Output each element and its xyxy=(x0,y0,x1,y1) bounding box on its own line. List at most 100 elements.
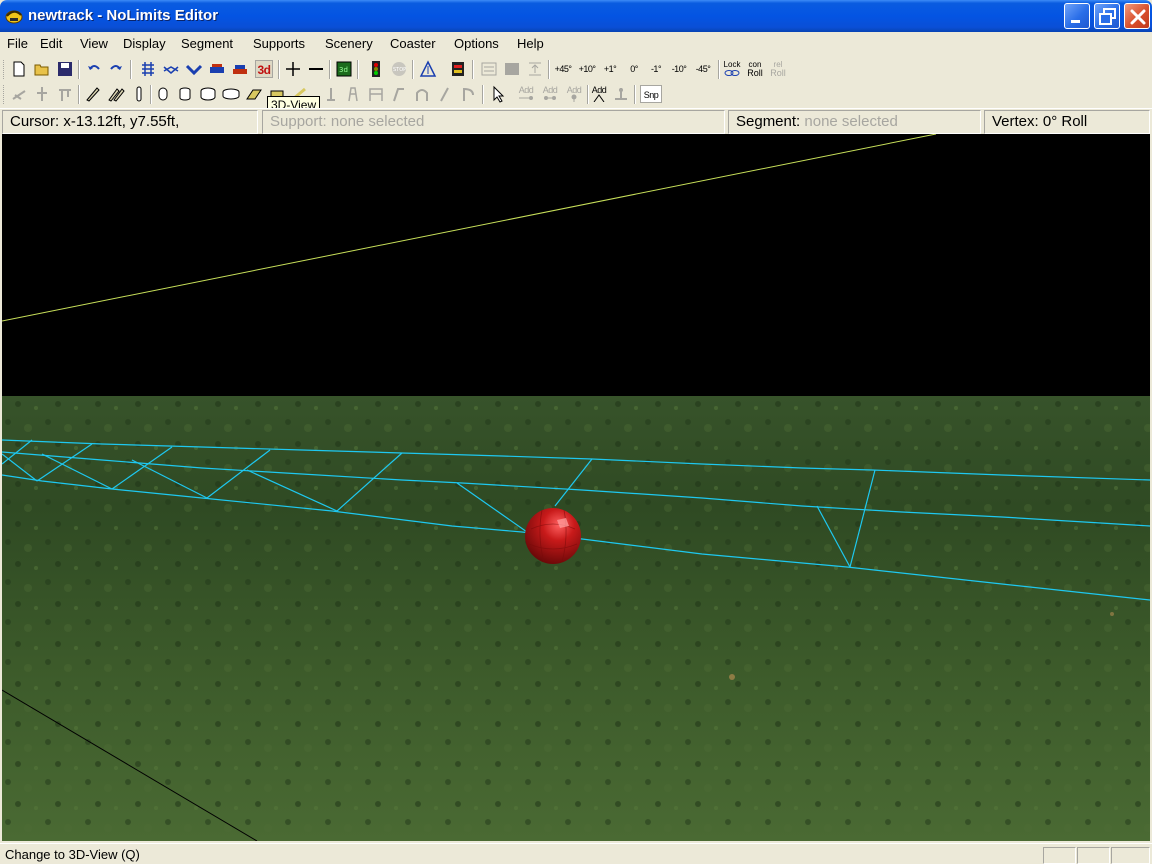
window-title: newtrack - NoLimits Editor xyxy=(28,7,219,24)
traffic-light-icon[interactable] xyxy=(367,60,385,78)
double-pencil-icon[interactable] xyxy=(107,85,125,103)
support-frame-icon[interactable] xyxy=(367,85,385,103)
roll-plus45-button[interactable]: +45° xyxy=(554,60,572,78)
lock-roll-button[interactable]: Lock xyxy=(722,60,742,78)
solid-box-icon[interactable] xyxy=(503,60,521,78)
redo-icon[interactable] xyxy=(107,60,125,78)
menu-edit[interactable]: Edit xyxy=(40,36,62,51)
support-slant-icon[interactable] xyxy=(436,85,454,103)
support-panel: Support: none selected xyxy=(262,110,725,134)
open-folder-icon[interactable] xyxy=(33,60,51,78)
support-tower-icon[interactable] xyxy=(344,85,362,103)
select-pointer-icon[interactable] xyxy=(490,85,508,103)
title-bar[interactable]: newtrack - NoLimits Editor xyxy=(0,0,1152,32)
tube-medium-icon[interactable] xyxy=(176,85,194,103)
roll-minus45-button[interactable]: -45° xyxy=(694,60,712,78)
roll-zero-button[interactable]: 0° xyxy=(625,60,643,78)
add-support-2-button[interactable]: Add xyxy=(541,85,559,103)
roll-minus10-button[interactable]: -10° xyxy=(670,60,688,78)
cursor-panel: Cursor: x-13.12ft, y7.55ft, xyxy=(2,110,258,134)
3d-viewport[interactable] xyxy=(2,134,1150,841)
pencil-icon[interactable] xyxy=(84,85,102,103)
add-support-3-button[interactable]: Add xyxy=(565,85,583,103)
roll-plus10-button[interactable]: +10° xyxy=(578,60,596,78)
status-message: Change to 3D-View (Q) xyxy=(5,847,140,862)
menu-display[interactable]: Display xyxy=(123,36,166,51)
status-pane-1 xyxy=(1043,847,1076,864)
minimize-button[interactable] xyxy=(1064,3,1090,29)
footer-plate-icon[interactable] xyxy=(245,85,263,103)
tube-large-icon[interactable] xyxy=(199,85,217,103)
snap-button[interactable]: Snp xyxy=(640,85,662,103)
undo-icon[interactable] xyxy=(85,60,103,78)
con-roll-button[interactable]: con Roll xyxy=(745,60,765,78)
add-label: Add xyxy=(566,85,582,95)
menu-coaster[interactable]: Coaster xyxy=(390,36,436,51)
3d-view-button[interactable]: 3d xyxy=(255,60,273,78)
rel-roll-button[interactable]: rel Roll xyxy=(768,60,788,78)
support-arch-icon[interactable] xyxy=(413,85,431,103)
new-file-icon[interactable] xyxy=(10,60,28,78)
track-grid-icon[interactable] xyxy=(139,60,157,78)
add-label: Add xyxy=(518,85,534,95)
add-label: Add xyxy=(591,85,607,95)
toolbar-grip[interactable] xyxy=(3,60,6,79)
support-tool-1-icon[interactable] xyxy=(10,85,28,103)
3d-scene xyxy=(2,134,1150,841)
support-bent-icon[interactable] xyxy=(390,85,408,103)
support-tool-2-icon[interactable] xyxy=(33,85,51,103)
con-roll-bottom-label: Roll xyxy=(747,68,763,78)
lock-roll-label: Lock xyxy=(723,60,741,69)
close-button[interactable] xyxy=(1124,3,1150,29)
minimize-icon xyxy=(1071,20,1080,23)
info-bar: Cursor: x-13.12ft, y7.55ft, Support: non… xyxy=(0,108,1152,134)
segment-value: none selected xyxy=(804,113,898,130)
support-column-icon[interactable] xyxy=(322,85,340,103)
vertex-sphere[interactable] xyxy=(525,508,581,564)
tunnel-icon[interactable] xyxy=(419,60,437,78)
app-logo-icon xyxy=(5,10,23,24)
terrain-editor-icon[interactable]: 3d xyxy=(335,60,353,78)
menu-segment[interactable]: Segment xyxy=(181,36,233,51)
track-wire-icon[interactable] xyxy=(162,60,180,78)
ground-support-icon[interactable] xyxy=(612,85,630,103)
menu-options[interactable]: Options xyxy=(454,36,499,51)
properties-icon[interactable] xyxy=(480,60,498,78)
segment-panel: Segment: none selected xyxy=(728,110,981,134)
tube-thin-icon[interactable] xyxy=(130,85,148,103)
svg-text:3d: 3d xyxy=(339,66,348,74)
main-toolbar: 3d 3d STOP +45° +10° +1° 0° -1° -10° -45… xyxy=(0,57,1152,82)
tube-xlarge-icon[interactable] xyxy=(222,85,240,103)
tube-small-icon[interactable] xyxy=(154,85,172,103)
block-brake-icon[interactable] xyxy=(449,60,467,78)
support-hook-icon[interactable] xyxy=(459,85,477,103)
separator xyxy=(718,60,720,79)
toolbar-grip[interactable] xyxy=(3,85,6,104)
track-solid-icon[interactable] xyxy=(185,60,203,78)
menu-view[interactable]: View xyxy=(80,36,108,51)
remove-vertex-icon[interactable] xyxy=(307,60,325,78)
menu-file[interactable]: File xyxy=(7,36,28,51)
support-tool-3-icon[interactable] xyxy=(56,85,74,103)
train-icon[interactable] xyxy=(208,60,226,78)
station-icon[interactable] xyxy=(231,60,249,78)
status-bar: Change to 3D-View (Q) xyxy=(0,843,1152,864)
ground-texture xyxy=(2,396,1150,841)
add-support-4-button[interactable]: Add xyxy=(590,85,608,103)
stop-icon[interactable]: STOP xyxy=(390,60,408,78)
vertex-panel: Vertex: 0° Roll xyxy=(984,110,1150,134)
separator xyxy=(78,85,80,104)
vertex-label: Vertex: xyxy=(992,113,1039,130)
menu-supports[interactable]: Supports xyxy=(253,36,305,51)
save-icon[interactable] xyxy=(56,60,74,78)
add-vertex-icon[interactable] xyxy=(284,60,302,78)
add-support-1-button[interactable]: Add xyxy=(517,85,535,103)
roll-minus1-button[interactable]: -1° xyxy=(647,60,665,78)
maximize-button[interactable] xyxy=(1094,3,1120,29)
menu-help[interactable]: Help xyxy=(517,36,544,51)
menu-scenery[interactable]: Scenery xyxy=(325,36,373,51)
rel-roll-bottom-label: Roll xyxy=(770,68,786,78)
ground-speck xyxy=(1110,612,1114,616)
roll-plus1-button[interactable]: +1° xyxy=(601,60,619,78)
align-icon[interactable] xyxy=(526,60,544,78)
